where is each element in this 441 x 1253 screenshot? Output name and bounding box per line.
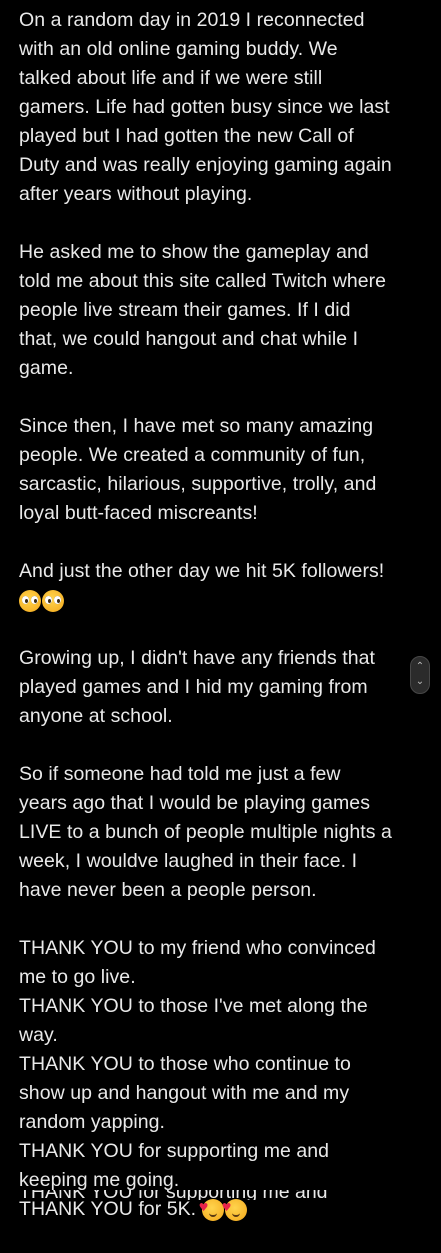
cutoff-line-text: THANK YOU for supporting me and xyxy=(19,1190,328,1200)
post-paragraph: THANK YOU to my friend who convinced me t… xyxy=(19,934,429,1224)
post-line: So if someone had told me just a few xyxy=(19,763,341,785)
post-line: THANK YOU for supporting me and xyxy=(19,1140,330,1162)
post-line: LIVE to a bunch of people multiple night… xyxy=(19,821,392,843)
chevron-up-icon: ⌃ xyxy=(415,661,425,672)
post-line: sarcastic, hilarious, supportive, trolly… xyxy=(19,473,377,495)
pleading-face-icon xyxy=(19,589,41,612)
post-line: show up and hangout with me and my xyxy=(19,1082,350,1104)
post-body: On a random day in 2019 I reconnected wit… xyxy=(19,6,429,1253)
post-line: years ago that I would be playing games xyxy=(19,792,370,814)
post-line: THANK YOU to those who continue to xyxy=(19,1053,351,1075)
post-line: way. xyxy=(19,1024,58,1046)
post-line: me to go live. xyxy=(19,966,136,988)
post-paragraph: Since then, I have met so many amazing pe… xyxy=(19,412,429,528)
post-line: people. We created a community of fun, xyxy=(19,444,366,466)
post-line: people live stream their games. If I did xyxy=(19,299,351,321)
post-line: And just the other day we hit 5K followe… xyxy=(19,560,385,582)
fast-scroll-handle[interactable]: ⌃ ⌄ xyxy=(410,656,430,694)
smiling-face-with-hearts-icon xyxy=(222,1193,247,1222)
post-line: gamers. Life had gotten busy since we la… xyxy=(19,96,390,118)
post-line: talked about life and if we were still xyxy=(19,67,323,89)
post-line: played but I had gotten the new Call of xyxy=(19,125,354,147)
post-line: have never been a people person. xyxy=(19,879,317,901)
smiling-face-with-hearts-icon xyxy=(199,1193,224,1222)
cutoff-line: THANK YOU for supporting me and xyxy=(19,1190,429,1200)
post-paragraph: Growing up, I didn't have any friends th… xyxy=(19,644,429,731)
pleading-face-icon xyxy=(42,589,64,612)
post-line: THANK YOU to those I've met along the xyxy=(19,995,368,1017)
post-line: week, I wouldve laughed in their face. I xyxy=(19,850,358,872)
chevron-down-icon: ⌄ xyxy=(415,676,425,687)
post-line: loyal butt-faced miscreants! xyxy=(19,502,258,524)
post-paragraph: He asked me to show the gameplay and told… xyxy=(19,238,429,383)
post-line: told me about this site called Twitch wh… xyxy=(19,270,387,292)
post-line: He asked me to show the gameplay and xyxy=(19,241,369,263)
emoji-row xyxy=(19,586,429,615)
post-line: THANK YOU to my friend who convinced xyxy=(19,937,376,959)
post-line: that, we could hangout and chat while I xyxy=(19,328,359,350)
post-line: with an old online gaming buddy. We xyxy=(19,38,338,60)
post-line: Growing up, I didn't have any friends th… xyxy=(19,647,375,669)
post-line: after years without playing. xyxy=(19,183,253,205)
post-line: Duty and was really enjoying gaming agai… xyxy=(19,154,392,176)
post-paragraph: So if someone had told me just a few year… xyxy=(19,760,429,905)
post-line: Since then, I have met so many amazing xyxy=(19,415,374,437)
post-paragraph: And just the other day we hit 5K followe… xyxy=(19,557,429,615)
post-line-text: THANK YOU for 5K. xyxy=(19,1198,197,1220)
post-line: anyone at school. xyxy=(19,705,173,727)
post-line: On a random day in 2019 I reconnected xyxy=(19,9,365,31)
post-line: played games and I hid my gaming from xyxy=(19,676,368,698)
post-paragraph: On a random day in 2019 I reconnected wit… xyxy=(19,6,429,209)
post-line: game. xyxy=(19,357,74,379)
post-line: random yapping. xyxy=(19,1111,166,1133)
